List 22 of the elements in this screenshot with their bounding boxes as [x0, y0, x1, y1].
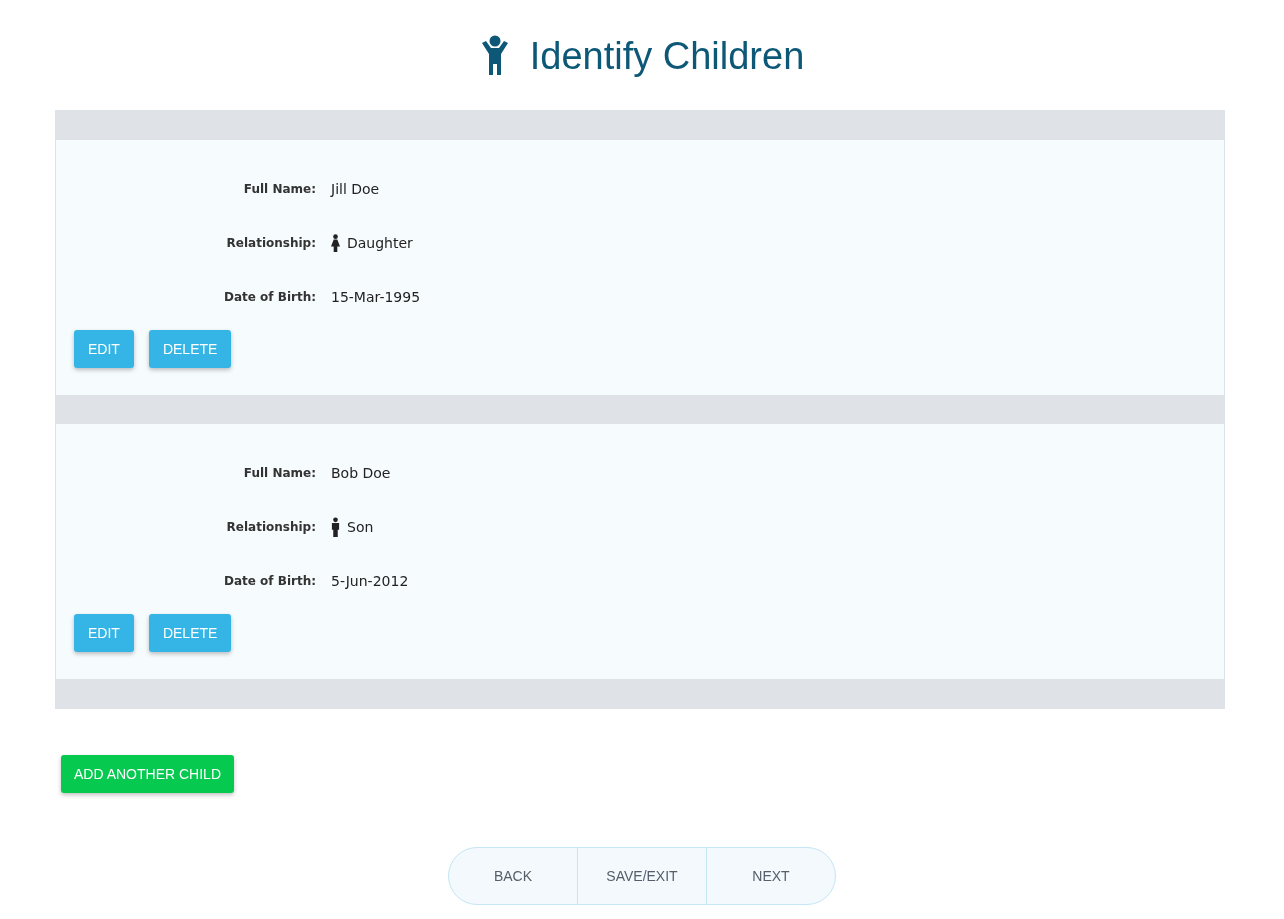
field-label: Date of Birth:: [223, 290, 317, 304]
field-label: Relationship:: [225, 236, 317, 250]
field-label: Relationship:: [225, 520, 317, 534]
field-label: Date of Birth:: [223, 574, 317, 588]
nav-button[interactable]: BACK: [449, 848, 577, 904]
page-title: Identify Children: [529, 34, 805, 78]
nav-button[interactable]: NEXT: [706, 848, 835, 904]
field-value: Son: [347, 519, 374, 535]
edit-button[interactable]: EDIT: [74, 330, 134, 368]
nav-button[interactable]: SAVE/EXIT: [577, 848, 706, 904]
edit-button[interactable]: EDIT: [74, 614, 134, 652]
field-label: Full Name:: [242, 182, 317, 196]
field-value: Bob Doe: [331, 465, 391, 481]
child-icon: [479, 35, 510, 77]
add-child-button[interactable]: ADD ANOTHER CHILD: [61, 755, 235, 793]
field-value: Jill Doe: [331, 181, 380, 197]
delete-button[interactable]: DELETE: [148, 614, 232, 652]
field-label: Full Name:: [242, 466, 317, 480]
field-value: 5-Jun-2012: [331, 573, 409, 589]
field-value: 15-Mar-1995: [331, 289, 421, 305]
field-value: Daughter: [347, 235, 413, 251]
delete-button[interactable]: DELETE: [148, 330, 232, 368]
